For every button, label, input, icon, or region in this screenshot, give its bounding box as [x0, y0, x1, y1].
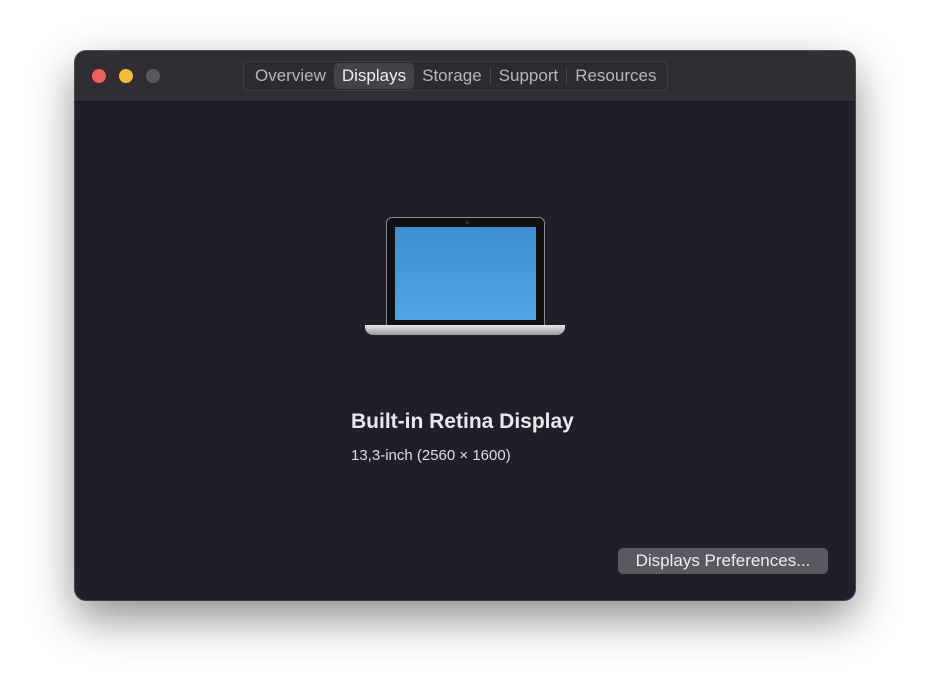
title-bar: Overview Displays Storage Support Resour…: [75, 51, 855, 102]
display-details: 13,3-inch (2560 × 1600): [351, 447, 511, 464]
minimize-button[interactable]: [119, 69, 133, 83]
tab-storage[interactable]: Storage: [414, 63, 490, 89]
about-this-mac-window: Overview Displays Storage Support Resour…: [75, 51, 855, 600]
tab-bar: Overview Displays Storage Support Resour…: [243, 61, 669, 91]
laptop-lid: [386, 217, 545, 327]
camera: [465, 221, 469, 224]
laptop-icon: [365, 217, 565, 337]
tab-displays[interactable]: Displays: [333, 63, 415, 89]
tab-resources[interactable]: Resources: [567, 63, 664, 89]
tab-overview[interactable]: Overview: [247, 63, 334, 89]
laptop-screen: [395, 227, 536, 320]
close-button[interactable]: [92, 69, 106, 83]
display-name: Built-in Retina Display: [351, 410, 574, 433]
laptop-base: [365, 325, 565, 335]
zoom-button[interactable]: [146, 69, 160, 83]
tab-support[interactable]: Support: [491, 63, 567, 89]
displays-preferences-button[interactable]: Displays Preferences...: [618, 548, 828, 574]
